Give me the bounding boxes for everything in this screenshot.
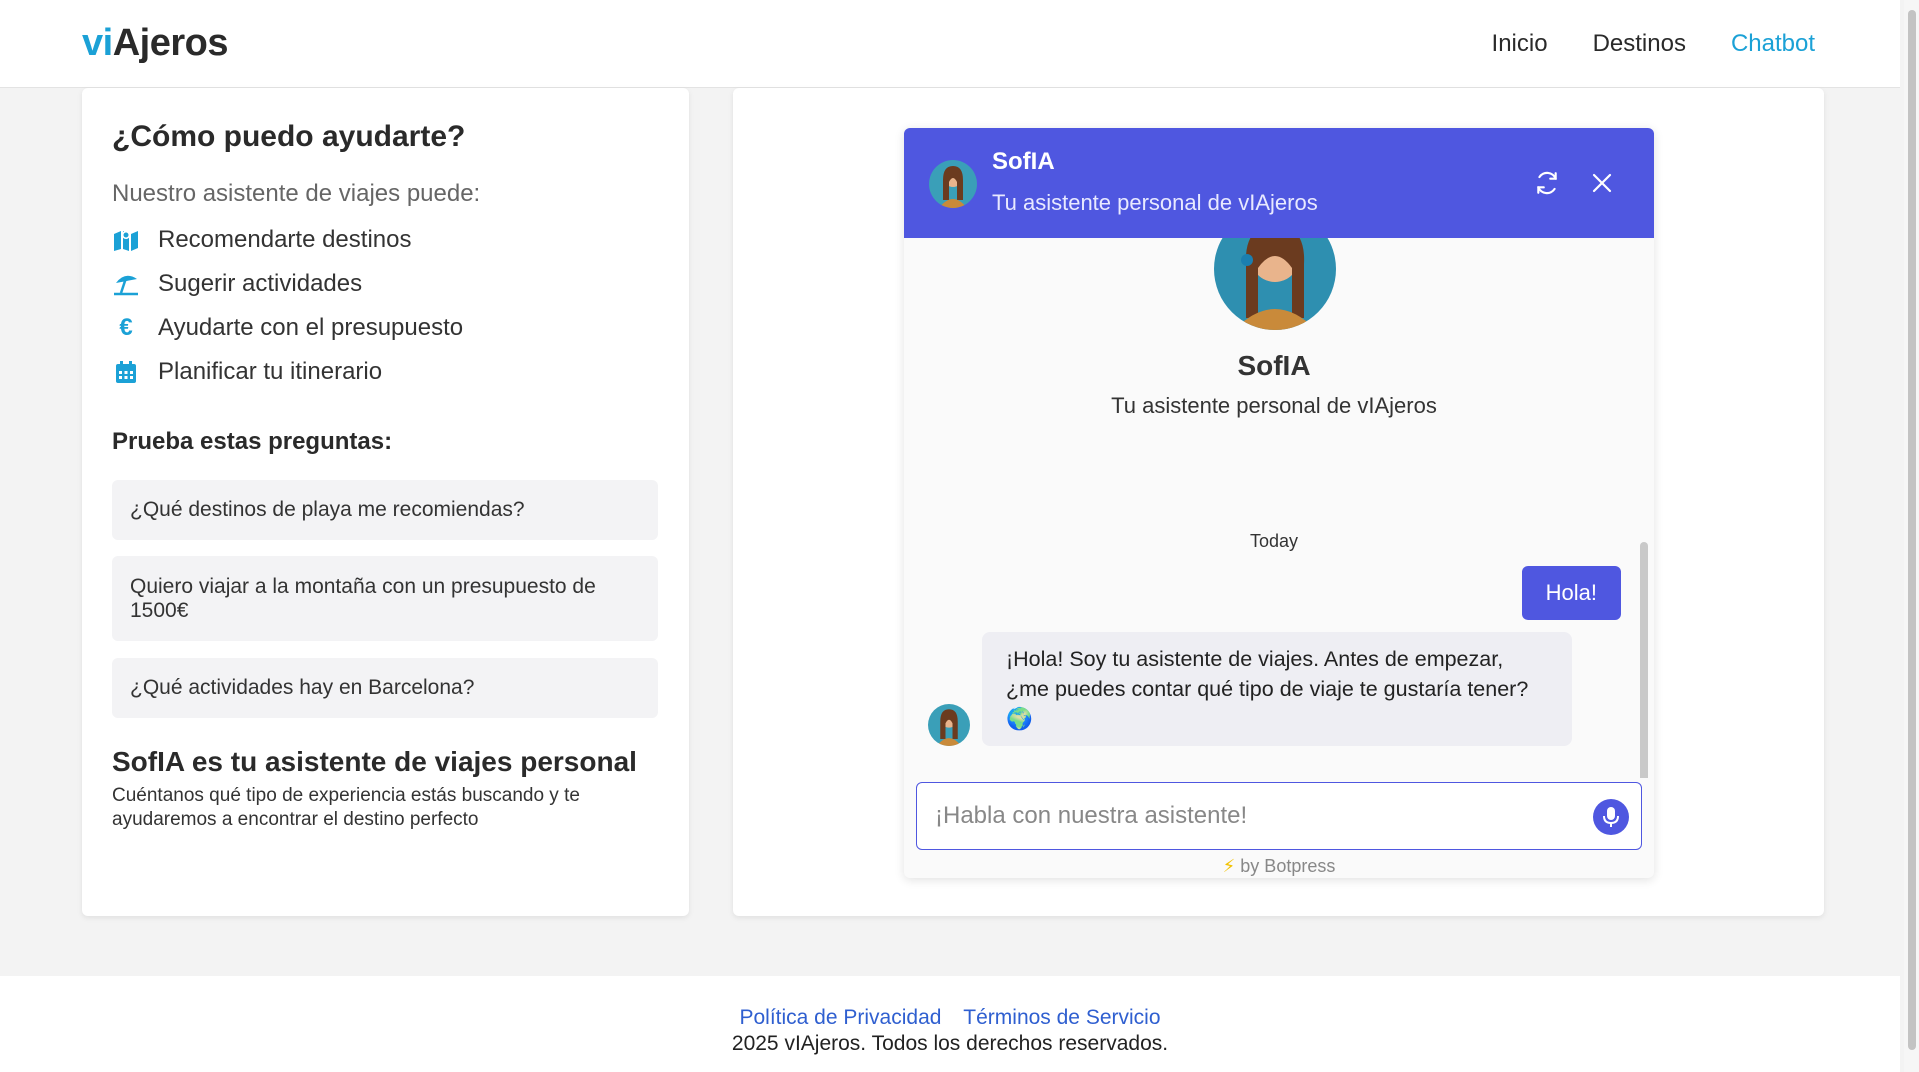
footer-links: Política de Privacidad Términos de Servi…	[0, 1006, 1900, 1030]
bot-avatar	[929, 160, 977, 208]
copyright: 2025 vIAjeros. Todos los derechos reserv…	[731, 1032, 1169, 1055]
help-panel: ¿Cómo puedo ayudarte? Nuestro asistente …	[82, 88, 689, 916]
help-title: ¿Cómo puedo ayudarte?	[112, 120, 466, 153]
feature-item: € Ayudarte con el presupuesto	[112, 306, 463, 350]
suggested-question-button[interactable]: ¿Qué actividades hay en Barcelona?	[112, 658, 658, 718]
bot-avatar	[928, 704, 970, 746]
chat-scrollbar[interactable]	[1640, 542, 1648, 778]
feature-label: Planificar tu itinerario	[158, 358, 383, 385]
suggested-question-button[interactable]: ¿Qué destinos de playa me recomiendas?	[112, 480, 658, 540]
date-divider: Today	[1249, 531, 1299, 551]
bot-avatar-large	[1214, 238, 1336, 330]
help-subtitle: Nuestro asistente de viajes puede:	[112, 180, 481, 207]
refresh-icon[interactable]	[1532, 168, 1562, 198]
chat-widget: SofIA Tu asistente personal de vIAjeros …	[904, 128, 1654, 878]
chat-input[interactable]	[935, 799, 1575, 833]
bot-message: ¡Hola! Soy tu asistente de viajes. Antes…	[982, 632, 1572, 746]
feature-label: Ayudarte con el presupuesto	[158, 314, 464, 341]
top-navbar: viAjeros Inicio Destinos Chatbot	[0, 0, 1900, 88]
nav-inicio[interactable]: Inicio	[1492, 30, 1548, 58]
promo-text: Cuéntanos qué tipo de experiencia estás …	[112, 785, 580, 830]
privacy-link[interactable]: Política de Privacidad	[739, 1006, 941, 1029]
beach-umbrella-icon	[112, 270, 140, 298]
calendar-icon	[112, 358, 140, 386]
terms-link[interactable]: Términos de Servicio	[963, 1006, 1160, 1029]
feature-list: Recomendarte destinos Sugerir actividade…	[112, 218, 463, 394]
chat-header-name: SofIA	[992, 148, 1055, 175]
microphone-icon[interactable]	[1593, 799, 1629, 835]
chat-header: SofIA Tu asistente personal de vIAjeros	[904, 128, 1654, 238]
chat-messages[interactable]: SofIA Tu asistente personal de vIAjeros …	[904, 238, 1654, 778]
lightning-icon: ⚡	[1222, 856, 1236, 876]
powered-by[interactable]: ⚡ by Botpress	[904, 856, 1654, 877]
map-icon	[112, 226, 140, 254]
suggested-question-button[interactable]: Quiero viajar a la montaña con un presup…	[112, 556, 658, 641]
try-questions-title: Prueba estas preguntas:	[112, 428, 393, 455]
feature-label: Recomendarte destinos	[158, 226, 412, 253]
feature-label: Sugerir actividades	[158, 270, 363, 297]
feature-item: Recomendarte destinos	[112, 218, 463, 262]
footer: Política de Privacidad Términos de Servi…	[0, 976, 1900, 1072]
site-logo[interactable]: viAjeros	[82, 22, 228, 65]
nav-chatbot[interactable]: Chatbot	[1731, 30, 1815, 58]
nav-destinos[interactable]: Destinos	[1593, 30, 1686, 58]
bot-subtitle: Tu asistente personal de vIAjeros	[1111, 393, 1437, 418]
feature-item: Sugerir actividades	[112, 262, 463, 306]
close-icon[interactable]	[1587, 168, 1617, 198]
promo-title: SofIA es tu asistente de viajes personal	[112, 746, 637, 777]
chat-header-subtitle: Tu asistente personal de vIAjeros	[992, 190, 1318, 215]
main-nav: Inicio Destinos Chatbot	[1492, 30, 1815, 58]
scrollbar-thumb[interactable]	[1908, 10, 1916, 1050]
chat-input-box	[916, 782, 1642, 850]
euro-icon: €	[119, 314, 133, 341]
user-message: Hola!	[1521, 566, 1621, 620]
page-scrollbar[interactable]	[1904, 0, 1919, 1072]
bot-name: SofIA	[1237, 350, 1311, 381]
feature-item: Planificar tu itinerario	[112, 350, 463, 394]
